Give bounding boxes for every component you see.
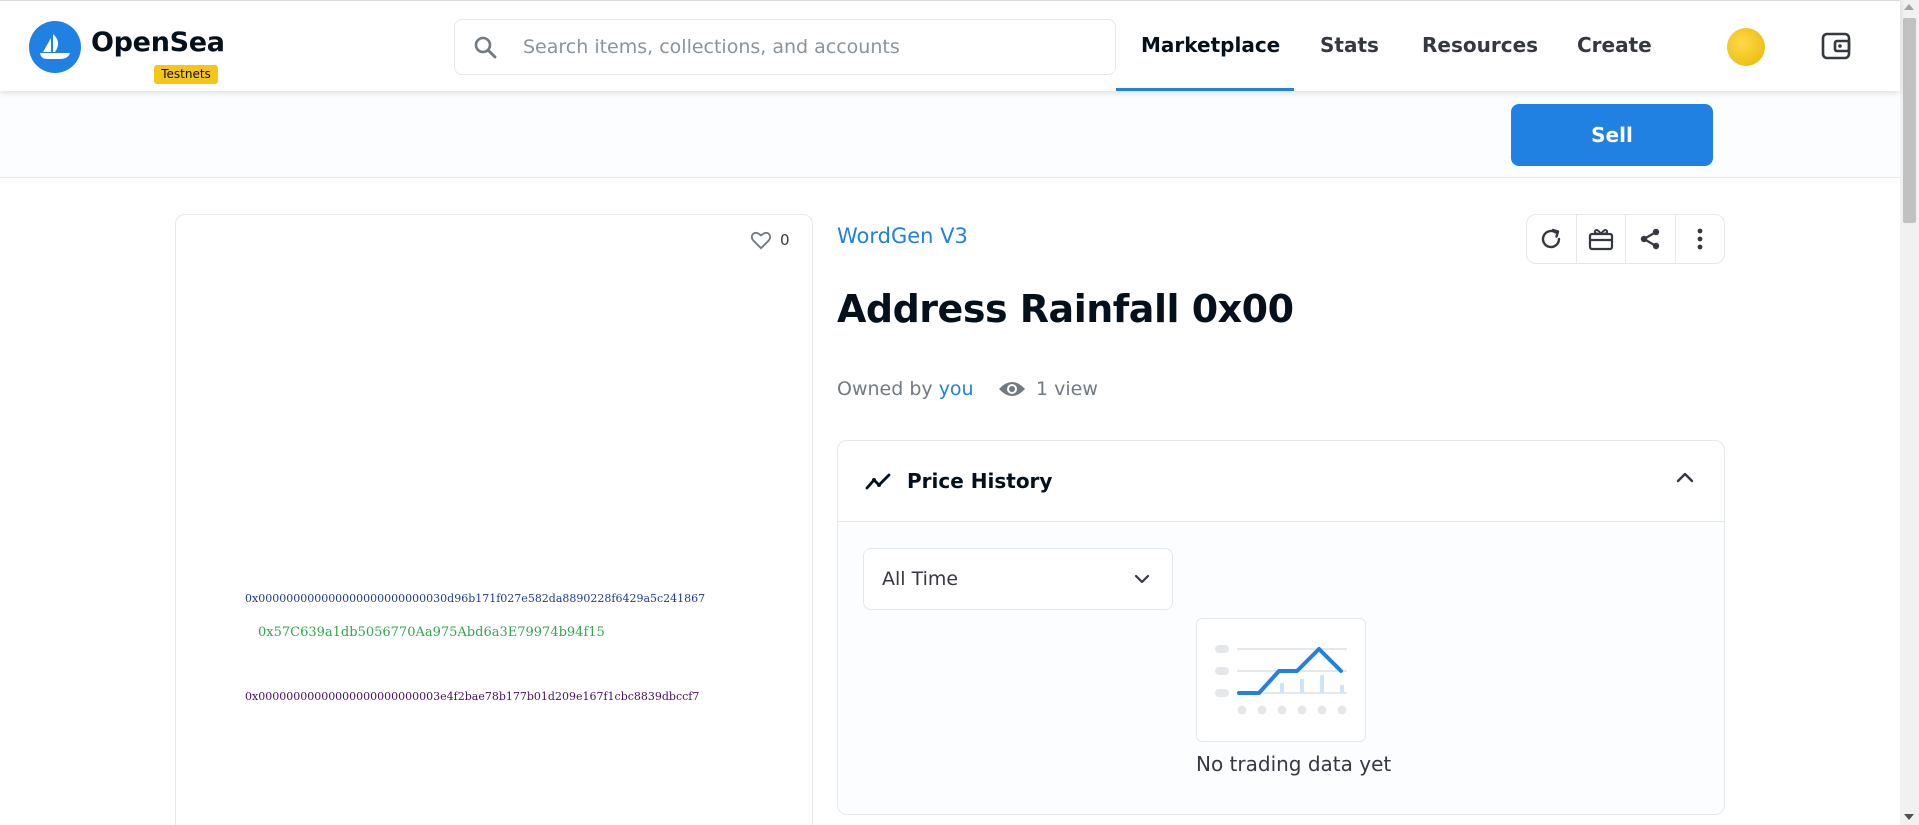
trend-line-icon (865, 473, 891, 490)
chevron-up-icon[interactable] (1676, 471, 1694, 483)
share-button[interactable] (1626, 215, 1676, 263)
time-range-select[interactable]: All Time (863, 548, 1173, 610)
sell-button[interactable]: Sell (1511, 104, 1713, 166)
asset-title: Address Rainfall 0x00 (837, 287, 1294, 331)
avatar[interactable] (1727, 28, 1765, 66)
active-nav-indicator (1116, 88, 1294, 91)
more-options-button[interactable] (1676, 215, 1725, 263)
owned-by-label: Owned by (837, 378, 933, 400)
empty-chart-illustration (1196, 618, 1366, 742)
price-history-body: All Time No trading data yet (838, 522, 1724, 814)
collection-link[interactable]: WordGen V3 (837, 224, 968, 248)
wallet-icon[interactable] (1820, 30, 1852, 62)
opensea-logo-icon[interactable] (29, 21, 81, 73)
chevron-down-icon (1134, 574, 1150, 584)
asset-image-card (175, 214, 813, 825)
top-navbar: OpenSea Testnets Marketplace Stats Resou… (0, 0, 1900, 91)
transfer-button[interactable] (1577, 215, 1626, 263)
scrollbar-thumb[interactable] (1903, 18, 1916, 223)
empty-state-text: No trading data yet (1196, 752, 1392, 776)
search-icon (471, 33, 499, 61)
favorite-count: 0 (780, 231, 790, 249)
more-vertical-icon (1697, 228, 1703, 250)
scroll-down-arrow-icon[interactable] (1904, 814, 1914, 820)
asset-action-group (1526, 214, 1725, 264)
favorite-button[interactable]: 0 (750, 230, 790, 250)
search-input[interactable] (523, 36, 1083, 58)
scroll-up-arrow-icon[interactable] (1904, 4, 1914, 10)
nav-create[interactable]: Create (1577, 33, 1652, 57)
nav-resources[interactable]: Resources (1422, 33, 1538, 57)
nav-marketplace[interactable]: Marketplace (1141, 33, 1280, 57)
owner-info: Owned by you (837, 378, 974, 400)
view-count-text: 1 view (1036, 378, 1098, 400)
refresh-icon (1542, 228, 1561, 249)
eye-icon (999, 382, 1025, 396)
search-bar[interactable] (454, 19, 1116, 75)
view-count: 1 view (998, 378, 1098, 400)
brand-name[interactable]: OpenSea (91, 27, 225, 58)
testnets-badge: Testnets (154, 65, 218, 84)
image-text-line-2: 0x57C639a1db5056770Aa975Abd6a3E79974b94f… (258, 625, 605, 640)
image-text-line-3: 0x00000000000000000000000003e4f2bae78b17… (245, 690, 700, 703)
image-text-line-1: 0x000000000000000000000000030d96b171f027… (245, 592, 706, 605)
owner-link[interactable]: you (939, 378, 974, 400)
refresh-button[interactable] (1527, 215, 1577, 263)
price-history-header[interactable]: Price History (838, 441, 1724, 522)
time-range-value: All Time (882, 568, 959, 590)
gift-icon (1588, 229, 1613, 251)
heart-icon (750, 231, 772, 250)
price-history-title: Price History (907, 469, 1053, 493)
page: OpenSea Testnets Marketplace Stats Resou… (0, 0, 1919, 825)
share-icon (1641, 228, 1660, 250)
price-history-panel: Price History All Time No trading data y… (837, 440, 1725, 815)
nav-stats[interactable]: Stats (1320, 33, 1379, 57)
